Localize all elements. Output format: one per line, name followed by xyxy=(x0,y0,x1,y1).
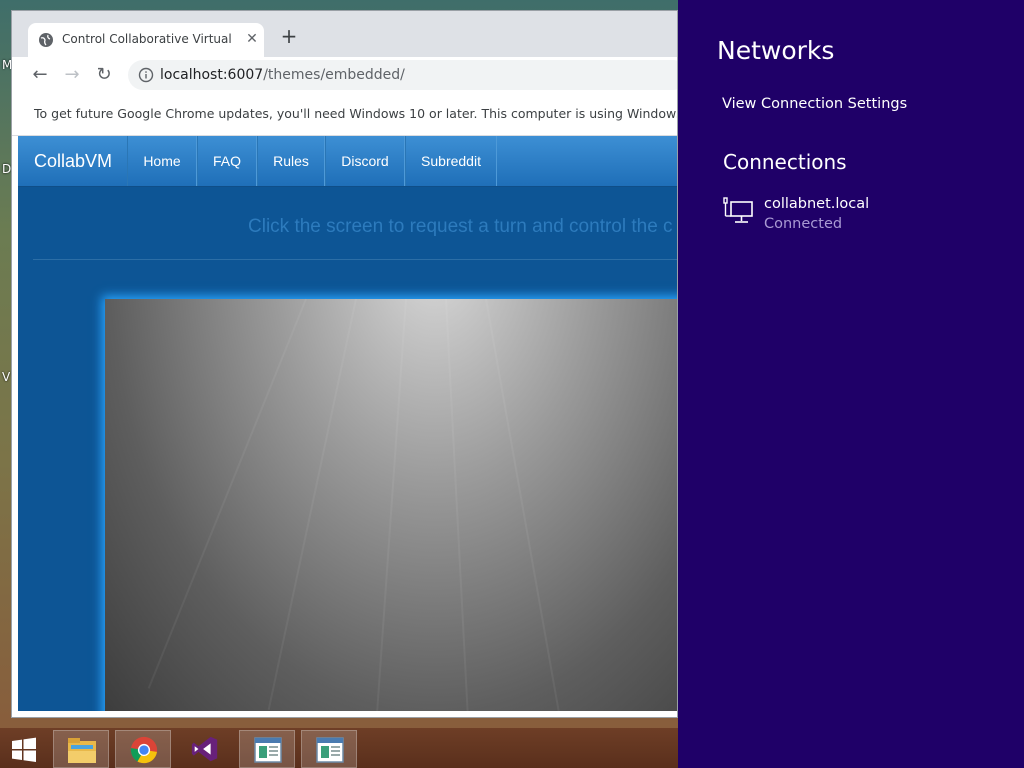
panel-title: Networks xyxy=(717,36,835,65)
update-infobar: To get future Google Chrome updates, you… xyxy=(12,93,677,136)
light-ray xyxy=(375,298,407,711)
connection-item[interactable]: collabnet.local Connected xyxy=(722,194,1012,238)
nav-rules[interactable]: Rules xyxy=(257,136,325,186)
app-window-button[interactable] xyxy=(239,730,295,768)
vm-screen[interactable] xyxy=(105,298,677,711)
light-ray xyxy=(485,298,560,711)
light-ray xyxy=(147,298,307,689)
nav-home[interactable]: Home xyxy=(127,136,197,186)
url-path: /themes/embedded/ xyxy=(263,67,405,83)
url-text: localhost:6007/themes/embedded/ xyxy=(160,67,405,83)
document-window-icon xyxy=(254,737,282,763)
windows-start-icon[interactable] xyxy=(10,736,38,764)
visual-studio-icon xyxy=(191,736,218,762)
divider xyxy=(33,259,677,260)
connections-heading: Connections xyxy=(723,150,847,174)
document-window-icon xyxy=(316,737,344,763)
connection-name: collabnet.local xyxy=(764,196,870,212)
turn-prompt: Click the screen to request a turn and c… xyxy=(248,216,673,237)
nav-faq[interactable]: FAQ xyxy=(197,136,257,186)
networks-panel: Networks View Connection Settings Connec… xyxy=(678,0,1024,768)
folder-icon xyxy=(68,738,96,763)
view-connection-settings-link[interactable]: View Connection Settings xyxy=(722,96,907,112)
forward-button[interactable]: → xyxy=(60,63,84,87)
nav-subreddit[interactable]: Subreddit xyxy=(405,136,497,186)
browser-toolbar: ← → ↻ localhost:6007/themes/embedded/ xyxy=(12,57,677,93)
chrome-window: Control Collaborative Virtual Ma ✕ + ← →… xyxy=(11,10,678,718)
wired-network-icon xyxy=(723,197,753,223)
site-navbar: CollabVM Home FAQ Rules Discord Subreddi… xyxy=(18,136,677,187)
collabvm-page: CollabVM Home FAQ Rules Discord Subreddi… xyxy=(18,136,677,711)
url-host: localhost:6007 xyxy=(160,67,264,83)
brand-link[interactable]: CollabVM xyxy=(34,151,112,172)
back-button[interactable]: ← xyxy=(28,63,52,87)
desktop-icon-label: V xyxy=(2,370,11,384)
browser-tab[interactable]: Control Collaborative Virtual Ma ✕ xyxy=(28,23,264,57)
app-window-button[interactable] xyxy=(301,730,357,768)
chrome-icon xyxy=(130,736,158,764)
tab-title: Control Collaborative Virtual Ma xyxy=(62,32,232,46)
tab-strip: Control Collaborative Virtual Ma ✕ + xyxy=(12,11,677,57)
close-tab-icon[interactable]: ✕ xyxy=(242,29,262,49)
new-tab-button[interactable]: + xyxy=(278,25,300,47)
desktop-icon-label: D xyxy=(2,162,12,176)
nav-discord[interactable]: Discord xyxy=(325,136,405,186)
taskbar xyxy=(0,728,678,768)
info-icon[interactable] xyxy=(138,67,154,83)
file-explorer-button[interactable] xyxy=(53,730,109,768)
visual-studio-button[interactable] xyxy=(177,730,233,768)
reload-button[interactable]: ↻ xyxy=(92,63,116,87)
globe-icon xyxy=(39,33,53,47)
infobar-message: To get future Google Chrome updates, you… xyxy=(34,106,678,121)
light-ray xyxy=(445,298,469,711)
chrome-taskbar-button[interactable] xyxy=(115,730,171,768)
connection-status: Connected xyxy=(764,216,843,232)
address-bar[interactable]: localhost:6007/themes/embedded/ xyxy=(128,60,677,90)
